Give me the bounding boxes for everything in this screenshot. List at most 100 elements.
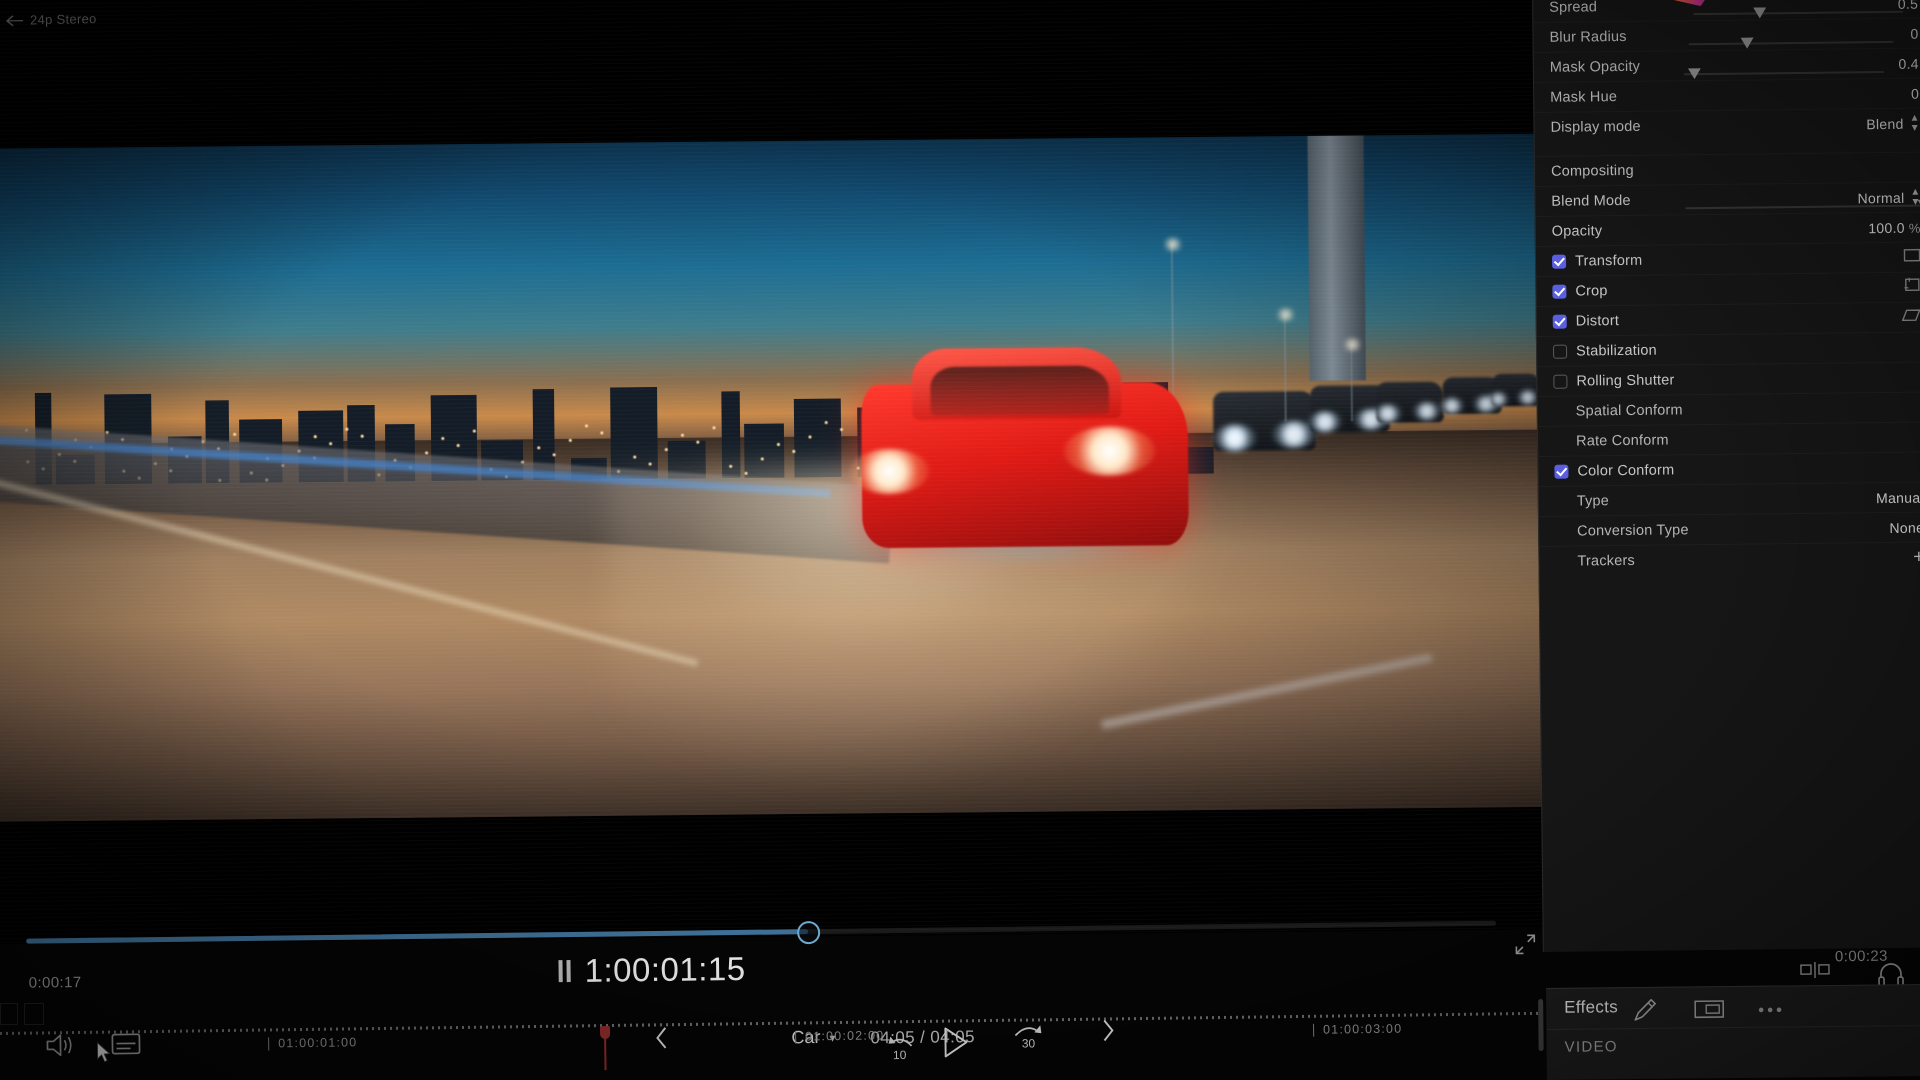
property-row-conversion-type[interactable]: Conversion TypeNone: [1539, 511, 1920, 546]
checkbox-checked-icon[interactable]: [1553, 314, 1567, 328]
viewer-mode-button-a[interactable]: [0, 1003, 18, 1025]
crop-square-icon[interactable]: [1903, 277, 1920, 298]
property-value[interactable]: 0.4: [1898, 55, 1919, 71]
letterbox-top: [0, 0, 1557, 149]
fullscreen-button[interactable]: [1512, 931, 1538, 957]
city-light: [553, 453, 556, 456]
viewer-mode-button-b[interactable]: [24, 1003, 44, 1025]
city-light: [329, 442, 332, 445]
compositing-group: Compositing Blend ModeNormal▲▼ Opacity 100.…: [1535, 151, 1920, 246]
city-light: [473, 430, 476, 433]
timecode-text: 1:00:01:15: [584, 950, 745, 990]
checkbox-checked-icon[interactable]: [1554, 464, 1568, 478]
property-label: Crop: [1575, 283, 1607, 299]
toggle-row-stabilization[interactable]: Stabilization: [1537, 331, 1920, 366]
split-view-button[interactable]: [1800, 962, 1830, 983]
city-light: [633, 456, 636, 459]
elapsed-time: 0:00:17: [29, 974, 82, 992]
city-light: [600, 431, 603, 434]
city-light: [840, 428, 843, 431]
property-row-type[interactable]: Type Manual: [1539, 481, 1920, 516]
property-label: Distort: [1576, 313, 1619, 329]
property-value[interactable]: Normal: [1857, 189, 1904, 206]
thumbnail-view-button[interactable]: [1694, 998, 1724, 1025]
property-label: Compositing: [1551, 162, 1634, 179]
timeline-marker-label: 01:00:01:00: [278, 1035, 357, 1050]
property-value[interactable]: None: [1889, 519, 1920, 535]
property-row-mask-opacity[interactable]: Mask Opacity 0.4: [1534, 47, 1920, 82]
back-arrow-icon[interactable]: [6, 14, 24, 26]
toggle-row-color-conform[interactable]: Color Conform: [1538, 451, 1920, 486]
property-label: Trackers: [1555, 552, 1635, 569]
property-label: Opacity: [1552, 223, 1603, 240]
skyline-building: [794, 398, 842, 477]
property-label: Rate Conform: [1554, 432, 1669, 449]
city-light: [314, 435, 317, 438]
city-light: [825, 421, 828, 424]
property-value[interactable]: 0.5: [1898, 0, 1919, 11]
property-row-mask-hue[interactable]: Mask Hue0: [1534, 77, 1920, 112]
distort-parallelogram-icon[interactable]: [1902, 307, 1920, 327]
property-label: Rolling Shutter: [1576, 372, 1674, 389]
car-windshield: [930, 365, 1109, 416]
toggle-row-crop[interactable]: Crop: [1536, 271, 1920, 306]
property-row-blend-mode[interactable]: Blend ModeNormal▲▼: [1535, 181, 1920, 216]
scrubber-progress: [26, 929, 808, 944]
property-value[interactable]: Manual: [1876, 489, 1920, 506]
property-row-display-mode[interactable]: Display modeBlend▲▼: [1534, 107, 1920, 142]
add-tracker-button[interactable]: +: [1913, 548, 1920, 567]
property-row-blur-radius[interactable]: Blur Radius 0: [1533, 17, 1920, 52]
checkbox-checked-icon[interactable]: [1552, 284, 1566, 298]
checkbox-unchecked-icon[interactable]: [1553, 374, 1567, 388]
toggle-row-rolling-shutter[interactable]: Rolling Shutter: [1537, 361, 1920, 396]
effects-scrollbar[interactable]: [1538, 999, 1544, 1051]
checkbox-unchecked-icon[interactable]: [1553, 344, 1567, 358]
property-unit: %: [1909, 220, 1920, 235]
toggle-row-distort[interactable]: Distort: [1537, 301, 1920, 336]
video-viewer[interactable]: [0, 0, 1565, 944]
property-label: Transform: [1575, 252, 1643, 269]
city-light: [777, 443, 780, 446]
city-light: [792, 450, 795, 453]
property-value[interactable]: 0: [1910, 25, 1918, 41]
city-light: [233, 433, 236, 436]
scrubber-track[interactable]: [26, 921, 1496, 944]
scrubber-handle[interactable]: [797, 920, 820, 943]
clip-meta-text: 24p Stereo: [30, 11, 97, 27]
pause-indicator-icon: [558, 960, 570, 982]
timeline-marker: 01:00:02:00: [795, 1028, 884, 1043]
compositing-header: Compositing: [1535, 151, 1920, 186]
timeline-marker-label: 01:00:02:00: [805, 1028, 884, 1043]
property-value[interactable]: 0: [1911, 85, 1919, 101]
inspector-panel[interactable]: Spread0.5Blur Radius0Mask Opacity0.4Mask…: [1532, 0, 1920, 952]
more-options-button[interactable]: •••: [1758, 1000, 1785, 1020]
property-value[interactable]: 100.0%: [1868, 219, 1920, 236]
property-label: Stabilization: [1576, 342, 1657, 359]
property-row-spatial-conform[interactable]: Spatial Conform: [1538, 391, 1920, 426]
property-label: Color Conform: [1577, 462, 1674, 479]
app-window: 24p Stereo 0:00:17 1:00:01:15: [0, 0, 1920, 1080]
property-row-rate-conform[interactable]: Rate Conform: [1538, 421, 1920, 456]
property-row-opacity[interactable]: Opacity 100.0%: [1536, 211, 1920, 246]
color-conform-group: Color Conform Type Manual Conversion TypeNo…: [1538, 451, 1920, 546]
timeline-playhead[interactable]: [604, 1026, 607, 1070]
property-label: Type: [1555, 493, 1609, 510]
property-label: Blur Radius: [1549, 28, 1626, 45]
property-value[interactable]: Blend: [1866, 115, 1903, 131]
checkbox-checked-icon[interactable]: [1552, 254, 1566, 268]
property-label: Mask Opacity: [1550, 58, 1640, 75]
split-view-icon: [1800, 962, 1830, 978]
pencil-edit-button[interactable]: [1630, 994, 1660, 1029]
current-timecode[interactable]: 1:00:01:15: [558, 950, 745, 990]
city-light: [696, 441, 699, 444]
mask-properties-group: Spread0.5Blur Radius0Mask Opacity0.4Mask…: [1533, 0, 1920, 142]
toggle-row-transform[interactable]: Transform: [1536, 241, 1920, 276]
oncoming-headlight: [1517, 390, 1539, 405]
pencil-edit-icon: [1630, 994, 1660, 1024]
timeline-tick: [1313, 1023, 1314, 1036]
trackers-group: Trackers +: [1539, 541, 1920, 576]
transform-rect-icon[interactable]: [1903, 247, 1920, 267]
stepper-chevrons-icon[interactable]: ▲▼: [1909, 113, 1919, 133]
property-row-trackers[interactable]: Trackers +: [1539, 541, 1920, 576]
oncoming-headlight: [1213, 424, 1256, 452]
